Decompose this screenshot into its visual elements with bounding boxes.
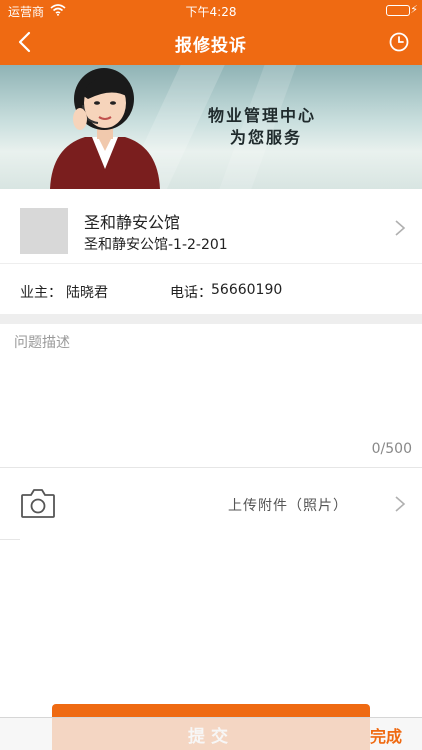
done-button[interactable]: 完成 [370,723,402,747]
customer-service-agent-illustration [50,68,160,189]
upload-label: 上传附件（照片） [228,498,348,514]
clock-icon[interactable] [388,31,410,53]
upload-attachment-row[interactable]: 上传附件（照片） [0,468,422,540]
phone-label: 电话： [170,285,212,301]
owner-name: 陆晓君 [66,285,108,301]
section-divider [0,314,422,324]
property-selector[interactable]: 圣和静安公馆 圣和静安公馆-1-2-201 [0,189,422,264]
page-title: 报修投诉 [175,36,247,56]
description-section: 0/500 [0,324,422,468]
keyboard-toolbar: 完成 [0,717,422,750]
description-input[interactable] [14,332,406,432]
property-unit: 圣和静安公馆-1-2-201 [84,237,228,253]
battery-icon [386,5,410,16]
slogan-line-1: 物业管理中心 [208,106,317,125]
nav-bar: 报修投诉 [0,20,422,65]
divider [0,539,20,540]
camera-icon[interactable] [20,487,56,519]
owner-label: 业主： [20,285,62,301]
status-time: 下午4:28 [185,5,237,19]
status-bar: 运营商 下午4:28 ⚡ [0,0,422,20]
chevron-right-icon [394,495,406,513]
character-counter: 0/500 [371,441,412,457]
property-name: 圣和静安公馆 [84,213,181,232]
banner-slogan: 物业管理中心 为您服务 [208,105,316,149]
phone-number: 56660190 [211,282,283,298]
slogan-line-2: 为您服务 [230,128,303,147]
owner-info: 业主： 陆晓君 电话： 56660190 [0,264,422,314]
charging-icon: ⚡ [410,3,418,16]
service-banner: 物业管理中心 为您服务 [0,65,422,189]
chevron-right-icon [394,219,406,237]
repair-complaint-screen: 运营商 下午4:28 ⚡ 报修投诉 物业管理中心 为您服务 圣和静安公馆 圣和静… [0,0,422,750]
property-thumbnail [20,208,68,254]
